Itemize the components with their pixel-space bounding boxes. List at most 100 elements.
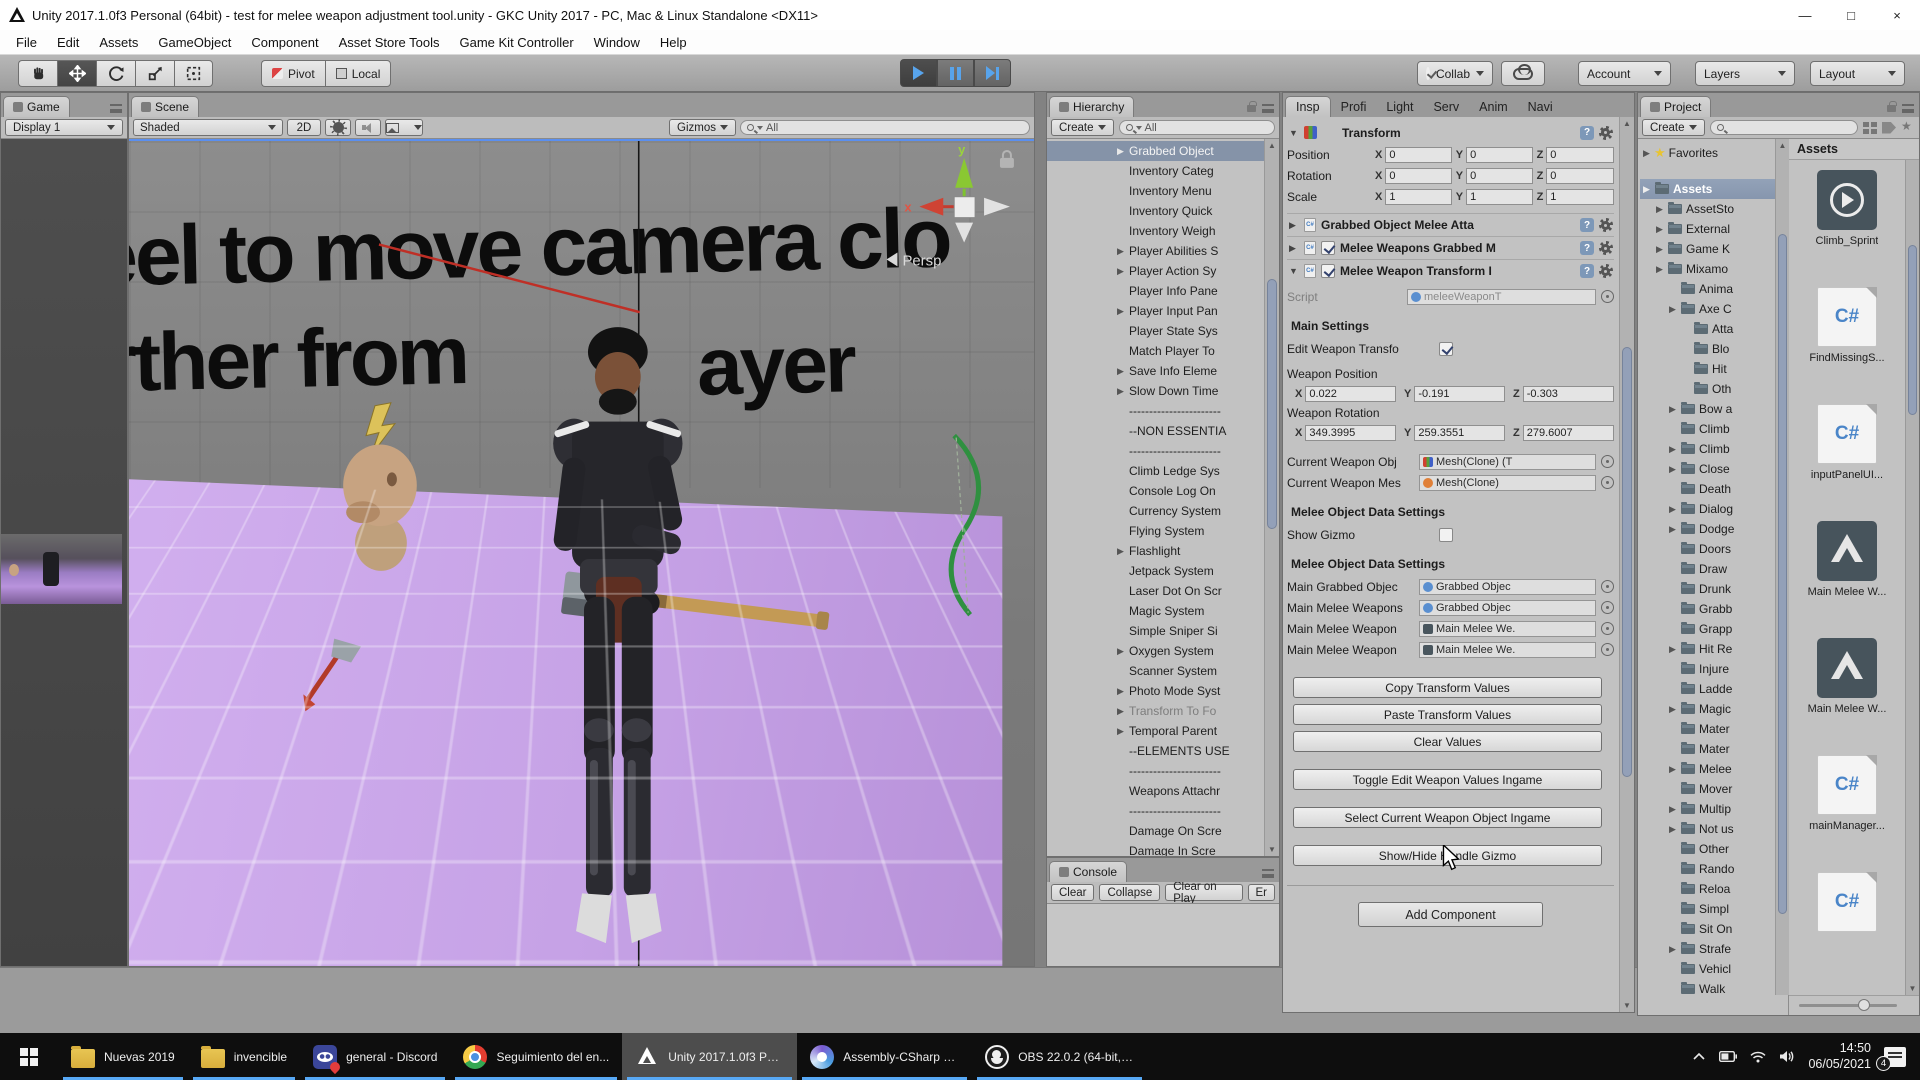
project-tree-item[interactable]: ▶ ★ External [1640,219,1773,239]
hierarchy-item[interactable]: ▶ Player Input Pan [1047,301,1264,321]
taskbar-clock[interactable]: 14:50 06/05/2021 [1808,1041,1871,1072]
create-dropdown[interactable]: Create [1642,119,1705,136]
component-header[interactable]: Melee Weapon Transform I ? [1287,259,1614,282]
hierarchy-item[interactable]: ▶ Save Info Eleme [1047,361,1264,381]
hierarchy-item[interactable]: ▶ Simple Sniper Si [1047,621,1264,641]
expand-arrow-icon[interactable] [1289,243,1299,254]
move-tool-button[interactable] [57,60,96,87]
y-field[interactable]: -0.191 [1414,386,1505,402]
project-tree-item[interactable]: ▶ ★ Assets [1640,179,1788,199]
scene-lighting-toggle[interactable] [325,119,351,136]
asset-item[interactable] [1817,872,1877,937]
scrollbar-thumb[interactable] [1778,234,1787,914]
menu-item[interactable]: Edit [47,35,89,50]
object-field[interactable]: Main Melee We. [1419,621,1596,637]
expand-arrow-icon[interactable]: ▶ [1669,804,1680,815]
scene-audio-toggle[interactable] [355,119,381,136]
project-tree-item[interactable]: ▶ ★ Drunk [1640,579,1773,599]
search-by-type-icon[interactable] [1863,122,1877,134]
scene-viewport[interactable]: eel to move camera clo rther from ayer [129,139,1034,966]
hierarchy-item[interactable]: ▶ Scanner System [1047,661,1264,681]
component-header[interactable]: Melee Weapons Grabbed M ? [1287,236,1614,259]
inspector-tab[interactable]: Profi [1331,96,1377,117]
close-button[interactable]: × [1874,0,1920,30]
collab-dropdown[interactable]: Collab [1417,61,1493,86]
hierarchy-item[interactable]: ▶ Damage On Scre [1047,821,1264,841]
project-tree-item[interactable]: ▶ ★ Death [1640,479,1773,499]
project-tree-item[interactable]: ▶ ★ Dialog [1640,499,1773,519]
asset-item[interactable]: FindMissingS... [1809,287,1884,364]
scene-effects-dropdown[interactable] [385,119,423,136]
object-field[interactable]: Main Melee We. [1419,642,1596,658]
expand-arrow-icon[interactable]: ▶ [1656,264,1667,275]
y-field[interactable]: 259.3551 [1414,425,1505,441]
expand-arrow-icon[interactable]: ▶ [1656,244,1667,255]
scrollbar-thumb[interactable] [1908,245,1917,415]
hierarchy-item[interactable]: ▶ Match Player To [1047,341,1264,361]
expand-arrow-icon[interactable]: ▶ [1669,404,1680,415]
taskbar-app-button[interactable]: Assembly-CSharp - ... [797,1033,972,1080]
expand-arrow-icon[interactable]: ▶ [1117,266,1129,277]
thumbnail-size-slider[interactable] [1799,1004,1897,1007]
asset-item[interactable]: mainManager... [1809,755,1885,832]
expand-arrow-icon[interactable]: ▶ [1117,386,1129,397]
console-log-area[interactable] [1047,904,1279,966]
hierarchy-item[interactable]: ▶ Damage In Scre [1047,841,1264,856]
hierarchy-item[interactable]: ▶ Climb Ledge Sys [1047,461,1264,481]
hierarchy-item[interactable]: ▶ Photo Mode Syst [1047,681,1264,701]
tab-console[interactable]: Console [1049,861,1127,882]
inspector-tab[interactable]: Insp [1285,96,1331,117]
project-tree-item[interactable]: ▶ ★ Anima [1640,279,1773,299]
taskbar-app-button[interactable]: Seguimiento del en... [450,1033,622,1080]
expand-arrow-icon[interactable]: ▶ [1656,204,1667,215]
z-field[interactable]: 0 [1546,168,1614,184]
project-tree-item[interactable]: ▶ ★ Walk [1640,979,1773,999]
asset-item[interactable]: Main Melee W... [1808,521,1887,598]
console-toolbar-button[interactable]: Clear [1051,884,1094,901]
project-tree-item[interactable]: ▶ ★ Ladde [1640,679,1773,699]
inspector-scrollbar[interactable] [1619,117,1634,1012]
project-tree-item[interactable]: ▶ ★ Mover [1640,779,1773,799]
search-by-label-icon[interactable] [1882,122,1896,134]
display-dropdown[interactable]: Display 1 [5,119,123,136]
console-toolbar-button[interactable]: Collapse [1099,884,1160,901]
y-field[interactable]: 0 [1466,168,1533,184]
hierarchy-item[interactable]: ▶ Inventory Menu [1047,181,1264,201]
inspector-action-button[interactable]: Clear Values [1293,731,1602,752]
hand-tool-button[interactable] [18,60,57,87]
hierarchy-item[interactable]: ▶ Jetpack System [1047,561,1264,581]
add-component-button[interactable]: Add Component [1358,902,1543,927]
start-button[interactable] [0,1033,58,1080]
hierarchy-item[interactable]: ▶ Laser Dot On Scr [1047,581,1264,601]
menu-item[interactable]: Assets [89,35,148,50]
x-field[interactable]: 1 [1385,189,1452,205]
project-tree-item[interactable]: ▶ ★ Magic [1640,699,1773,719]
hierarchy-scrollbar[interactable] [1264,139,1279,856]
lock-icon[interactable] [1887,105,1896,112]
tab-game[interactable]: Game [3,96,70,117]
hierarchy-item[interactable]: ▶ Inventory Weigh [1047,221,1264,241]
persp-label[interactable]: Persp [902,252,941,269]
project-tree-item[interactable]: ▶ ★ Other [1640,839,1773,859]
project-tree-item[interactable]: ▶ ★ Mater [1640,719,1773,739]
hierarchy-item[interactable]: ▶ Player Info Pane [1047,281,1264,301]
project-tree-item[interactable]: ▶ ★ Reloa [1640,879,1773,899]
taskbar-app-button[interactable]: Unity 2017.1.0f3 Per... [622,1033,797,1080]
component-enabled-checkbox[interactable] [1321,264,1335,278]
project-tree-item[interactable]: ▶ ★ Mixamo [1640,259,1773,279]
transform-component-header[interactable]: Transform ? [1287,121,1614,144]
project-tree-item[interactable]: ▶ ★ Injure [1640,659,1773,679]
project-tree-item[interactable]: ▶ ★ Climb [1640,419,1773,439]
expand-arrow-icon[interactable] [1289,128,1299,138]
taskbar-app-button[interactable]: OBS 22.0.2 (64-bit, ... [972,1033,1147,1080]
asset-item[interactable]: inputPanelUI... [1811,404,1883,481]
hierarchy-item[interactable]: ▶ Temporal Parent [1047,721,1264,741]
project-tree-item[interactable]: ▶ ★ Rando [1640,859,1773,879]
inspector-action-button[interactable]: Paste Transform Values [1293,704,1602,725]
project-search-input[interactable] [1710,120,1858,135]
project-tree-item[interactable]: ▶ ★ Vehicl [1640,959,1773,979]
pivot-toggle[interactable]: Pivot [261,60,325,87]
project-tree-item[interactable]: ▶ ★ Draw [1640,559,1773,579]
panel-menu-icon[interactable] [1262,104,1274,113]
expand-arrow-icon[interactable]: ▶ [1669,704,1680,715]
